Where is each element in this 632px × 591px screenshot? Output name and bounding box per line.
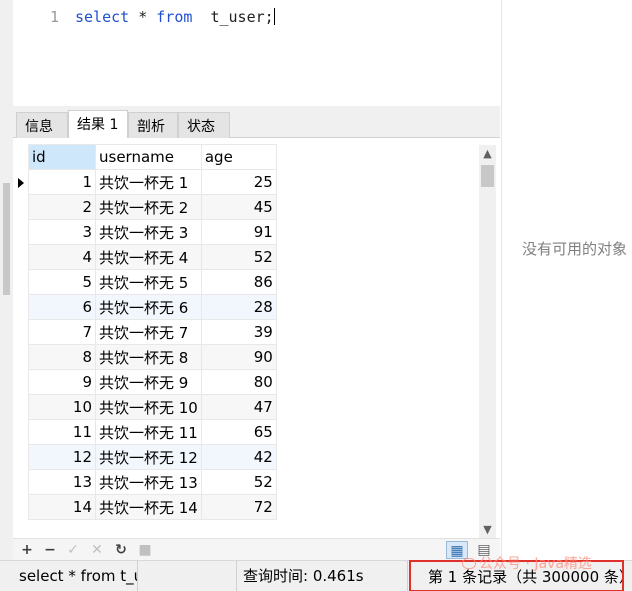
cell-age[interactable]: 72 xyxy=(200,494,277,520)
status-sql: select * from t_user; xyxy=(13,561,138,591)
cell-id[interactable]: 13 xyxy=(28,469,96,495)
cell-username[interactable]: 共饮一杯无 4 xyxy=(95,244,202,270)
grid-vertical-scrollbar[interactable]: ▲ ▼ xyxy=(479,145,496,538)
cell-id[interactable]: 5 xyxy=(28,269,96,295)
code-text: * xyxy=(129,8,157,26)
cell-age[interactable]: 52 xyxy=(200,469,277,495)
cell-id[interactable]: 11 xyxy=(28,419,96,445)
table-row[interactable]: 5 共饮一杯无 5 86 xyxy=(28,269,277,295)
cell-id[interactable]: 14 xyxy=(28,494,96,520)
table-row[interactable]: 1 共饮一杯无 1 25 xyxy=(28,169,277,195)
cell-age[interactable]: 91 xyxy=(200,219,277,245)
grid-scrollbar-thumb[interactable] xyxy=(481,165,494,187)
line-number-gutter: 1 xyxy=(13,0,59,106)
watermark: 公众号 · Java精选 xyxy=(462,553,592,575)
discard-changes-button[interactable]: ✕ xyxy=(88,541,106,559)
result-table: id username age 1 共饮一杯无 1 25 2 共饮一杯无 2 45 3共… xyxy=(28,144,277,520)
cell-username[interactable]: 共饮一杯无 8 xyxy=(95,344,202,370)
cell-username[interactable]: 共饮一杯无 5 xyxy=(95,269,202,295)
header-row: id username age xyxy=(28,144,277,170)
stop-button[interactable]: ■ xyxy=(136,541,154,559)
cell-username[interactable]: 共饮一杯无 3 xyxy=(95,219,202,245)
code-text-table: t_user; xyxy=(192,8,274,26)
left-scrollbar-thumb[interactable] xyxy=(3,183,10,295)
table-row[interactable]: 11 共饮一杯无 11 65 xyxy=(28,419,277,445)
line-number: 1 xyxy=(49,8,59,26)
cell-username[interactable]: 共饮一杯无 12 xyxy=(95,444,202,470)
no-object-message: 没有可用的对象 xyxy=(522,240,628,258)
cell-age[interactable]: 39 xyxy=(200,319,277,345)
tab-status[interactable]: 状态 xyxy=(178,112,230,138)
status-query-time: 查询时间: 0.461s xyxy=(236,561,408,591)
tab-info[interactable]: 信息 xyxy=(16,112,68,138)
add-record-button[interactable]: + xyxy=(18,541,36,559)
column-header-id[interactable]: id xyxy=(28,144,96,170)
cell-id[interactable]: 7 xyxy=(28,319,96,345)
current-row-arrow-icon xyxy=(18,178,24,188)
table-row[interactable]: 14 共饮一杯无 14 72 xyxy=(28,494,277,520)
cell-age[interactable]: 25 xyxy=(200,169,277,195)
table-row[interactable]: 13 共饮一杯无 13 52 xyxy=(28,469,277,495)
cell-username[interactable]: 共饮一杯无 9 xyxy=(95,369,202,395)
table-row[interactable]: 2 共饮一杯无 2 45 xyxy=(28,194,277,220)
table-row[interactable]: 3 共饮一杯无 3 91 xyxy=(28,219,277,245)
keyword-from: from xyxy=(156,8,193,26)
cell-username[interactable]: 共饮一杯无 10 xyxy=(95,394,202,420)
cell-id[interactable]: 10 xyxy=(28,394,96,420)
sql-editor[interactable]: 1 select * from t_user; xyxy=(13,0,500,106)
cell-id[interactable]: 3 xyxy=(28,219,96,245)
cell-username[interactable]: 共饮一杯无 1 xyxy=(95,169,202,195)
table-row[interactable]: 10 共饮一杯无 10 47 xyxy=(28,394,277,420)
cell-username[interactable]: 共饮一杯无 13 xyxy=(95,469,202,495)
cell-id[interactable]: 12 xyxy=(28,444,96,470)
cell-id[interactable]: 1 xyxy=(28,169,96,195)
column-header-username[interactable]: username xyxy=(95,144,202,170)
tab-result-1[interactable]: 结果 1 xyxy=(68,110,128,139)
table-row[interactable]: 8 共饮一杯无 8 90 xyxy=(28,344,277,370)
cell-age[interactable]: 90 xyxy=(200,344,277,370)
cell-id[interactable]: 2 xyxy=(28,194,96,220)
table-row[interactable]: 6 共饮一杯无 6 28 xyxy=(28,294,277,320)
wechat-icon xyxy=(462,558,476,569)
cell-age[interactable]: 45 xyxy=(200,194,277,220)
sql-code-line[interactable]: select * from t_user; xyxy=(75,8,275,26)
scroll-up-arrow-icon[interactable]: ▲ xyxy=(479,145,496,162)
cell-username[interactable]: 共饮一杯无 7 xyxy=(95,319,202,345)
cell-age[interactable]: 65 xyxy=(200,419,277,445)
cell-age[interactable]: 28 xyxy=(200,294,277,320)
scroll-down-arrow-icon[interactable]: ▼ xyxy=(479,521,496,538)
cell-username[interactable]: 共饮一杯无 2 xyxy=(95,194,202,220)
refresh-button[interactable]: ↻ xyxy=(112,541,130,559)
grid-toolbar: + − ✓ ✕ ↻ ■ ▦ ▤ xyxy=(13,538,500,560)
tab-profile[interactable]: 剖析 xyxy=(128,112,178,138)
object-info-panel: 没有可用的对象 xyxy=(501,0,632,560)
cell-id[interactable]: 9 xyxy=(28,369,96,395)
cell-age[interactable]: 80 xyxy=(200,369,277,395)
watermark-text: 公众号 · Java精选 xyxy=(479,556,592,572)
table-row[interactable]: 9 共饮一杯无 9 80 xyxy=(28,369,277,395)
cell-id[interactable]: 6 xyxy=(28,294,96,320)
cell-age[interactable]: 52 xyxy=(200,244,277,270)
cell-age[interactable]: 47 xyxy=(200,394,277,420)
cell-username[interactable]: 共饮一杯无 6 xyxy=(95,294,202,320)
cell-id[interactable]: 8 xyxy=(28,344,96,370)
cell-username[interactable]: 共饮一杯无 14 xyxy=(95,494,202,520)
result-tabs-bar: 信息 结果 1 剖析 状态 xyxy=(13,106,500,139)
column-header-age[interactable]: age xyxy=(200,144,277,170)
table-row[interactable]: 7 共饮一杯无 7 39 xyxy=(28,319,277,345)
text-caret xyxy=(273,8,275,25)
result-grid: id username age 1 共饮一杯无 1 25 2 共饮一杯无 2 45 3共… xyxy=(13,138,500,538)
delete-record-button[interactable]: − xyxy=(41,541,59,559)
left-side-strip xyxy=(0,0,13,591)
table-row[interactable]: 4 共饮一杯无 4 52 xyxy=(28,244,277,270)
cell-age[interactable]: 42 xyxy=(200,444,277,470)
table-row[interactable]: 12 共饮一杯无 12 42 xyxy=(28,444,277,470)
apply-changes-button[interactable]: ✓ xyxy=(64,541,82,559)
cell-username[interactable]: 共饮一杯无 11 xyxy=(95,419,202,445)
cell-id[interactable]: 4 xyxy=(28,244,96,270)
cell-age[interactable]: 86 xyxy=(200,269,277,295)
keyword-select: select xyxy=(75,8,130,26)
